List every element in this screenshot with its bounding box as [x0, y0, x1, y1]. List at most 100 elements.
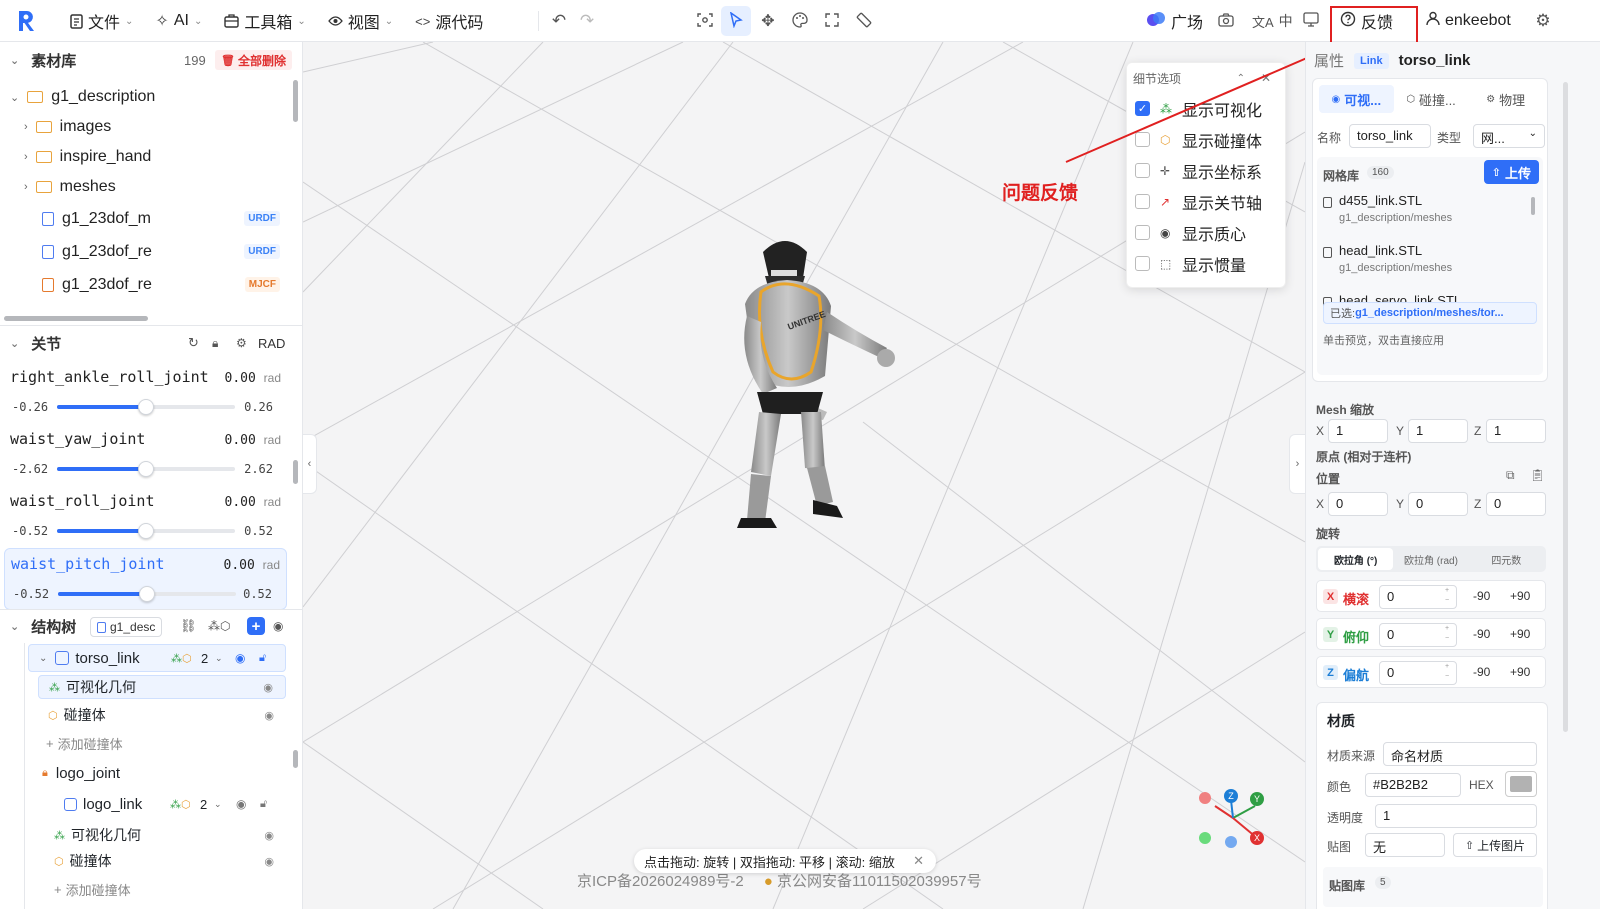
eye-icon[interactable]: ◉	[263, 681, 273, 694]
rotate-minus-90-button[interactable]: -90	[1473, 589, 1490, 603]
geometry-type-select[interactable]: 网... ⌄	[1473, 124, 1545, 148]
robot-model[interactable]: UNITREE	[723, 232, 943, 552]
tree-item-file[interactable]: g1_23dof_re MJCF	[0, 268, 292, 301]
detail-option-row[interactable]: ⬚ 显示惯量	[1127, 248, 1285, 279]
rotation-mode-quaternion[interactable]: 四元数	[1469, 548, 1544, 570]
asset-tree-vscrollbar[interactable]	[293, 80, 298, 122]
mesh-list-item[interactable]: d455_link.STL g1_description/meshes	[1323, 193, 1531, 224]
geometry-toggle-icon[interactable]: ⁂⬡	[208, 619, 230, 633]
joint-slider-track[interactable]	[57, 399, 235, 415]
stepper-icon[interactable]: + −	[1445, 662, 1449, 682]
upload-mesh-button[interactable]: ⇧ 上传	[1483, 160, 1539, 184]
stepper-icon[interactable]: + −	[1445, 624, 1449, 644]
asset-tree-hscrollbar[interactable]	[4, 316, 148, 321]
position-x-input[interactable]: 0	[1328, 492, 1388, 516]
tree-item-images[interactable]: › images	[0, 112, 292, 142]
structure-scrollbar[interactable]	[293, 750, 298, 768]
reset-icon[interactable]: ↻	[188, 335, 199, 351]
texture-select[interactable]: 无	[1365, 833, 1445, 857]
undo-button[interactable]: ↶	[544, 6, 574, 36]
collapse-left-panel-button[interactable]: ‹	[303, 434, 317, 494]
joint-value[interactable]: 0.00 rad	[225, 495, 281, 510]
mesh-list-scrollbar[interactable]	[1531, 197, 1535, 215]
color-swatch[interactable]	[1505, 771, 1537, 797]
language-button[interactable]: 文A 中	[1246, 6, 1299, 36]
joint-slider-track[interactable]	[57, 461, 235, 477]
menu-view[interactable]: 视图 ⌄	[322, 6, 399, 36]
axis-gizmo[interactable]: Y Z X	[1195, 788, 1275, 858]
measure-button[interactable]	[849, 6, 879, 36]
joint-slider-track[interactable]	[58, 586, 236, 602]
tree-item-meshes[interactable]: › meshes	[0, 172, 292, 202]
tree-node-collision[interactable]: ⬡ 碰撞体 ◉	[46, 849, 286, 873]
unit-mode-toggle[interactable]: RAD	[258, 336, 285, 351]
upload-image-button[interactable]: ⇧ 上传图片	[1453, 833, 1537, 857]
settings-button[interactable]: ⚙	[1528, 6, 1558, 36]
unlock-icon[interactable]: 🔓︎	[260, 798, 267, 811]
eye-icon[interactable]: ◉	[235, 651, 245, 665]
mesh-list-item[interactable]: head_link.STL g1_description/meshes	[1323, 243, 1531, 274]
unlock-icon[interactable]: 🔓︎	[259, 652, 266, 665]
properties-scrollbar[interactable]	[1563, 82, 1568, 732]
tree-item-file[interactable]: g1_23dof_re URDF	[0, 235, 292, 268]
checkbox[interactable]	[1135, 194, 1150, 209]
opacity-input[interactable]: 1	[1375, 804, 1537, 828]
select-tool-button[interactable]	[721, 6, 751, 36]
tree-item-g1-description[interactable]: ⌄ g1_description	[0, 82, 292, 112]
display-button[interactable]	[1296, 6, 1326, 36]
joint-row[interactable]: waist_pitch_joint 0.00 rad -0.52 0.52	[4, 548, 287, 610]
position-y-input[interactable]: 0	[1408, 492, 1468, 516]
joint-list-scrollbar[interactable]	[293, 460, 298, 484]
joint-row[interactable]: right_ankle_roll_joint 0.00 rad -0.26 0.26	[4, 362, 287, 424]
tree-node-visual[interactable]: ⁂ 可视化几何 ◉	[38, 675, 286, 699]
joint-value[interactable]: 0.00 rad	[225, 371, 281, 386]
hierarchy-icon[interactable]: ⛓	[180, 618, 197, 634]
eye-icon[interactable]: ◉	[264, 709, 274, 722]
redo-button[interactable]: ↷	[572, 6, 602, 36]
rotation-mode-euler-deg[interactable]: 欧拉角 (°)	[1318, 548, 1394, 570]
position-z-input[interactable]: 0	[1486, 492, 1546, 516]
app-logo[interactable]	[16, 9, 36, 33]
move-tool-button[interactable]: ✥	[753, 6, 783, 36]
fullscreen-button[interactable]	[817, 6, 847, 36]
joint-slider-handle[interactable]	[139, 586, 155, 602]
color-hex-input[interactable]: #B2B2B2	[1365, 773, 1461, 797]
police-badge[interactable]: ● 京公网安备11011502039957号	[764, 870, 982, 891]
eye-icon[interactable]: ◉	[273, 619, 283, 633]
root-file-chip[interactable]: g1_desc	[90, 617, 163, 637]
tree-node-logo-link[interactable]: logo_link ⁂⬡ 2 ⌄ ◉ 🔓︎	[56, 790, 286, 818]
stepper-icon[interactable]: + −	[1445, 586, 1449, 606]
joints-header[interactable]: ⌄ 关节 ↻ 🔒︎ ⚙ RAD	[0, 326, 300, 360]
add-collision-button[interactable]: + 添加碰撞体	[46, 731, 123, 755]
tab-collision[interactable]: ⬡ 碰撞...	[1394, 85, 1469, 113]
joint-value[interactable]: 0.00 rad	[225, 433, 281, 448]
tree-node-torso-link[interactable]: ⌄ torso_link ⁂⬡ 2 ⌄ ◉ 🔓︎	[28, 644, 286, 672]
camera-view-button[interactable]	[690, 6, 720, 36]
source-code-button[interactable]: <> 源代码	[409, 6, 489, 36]
joint-slider-handle[interactable]	[138, 461, 154, 477]
tab-visual[interactable]: ◉ 可视...	[1319, 85, 1394, 113]
joint-slider-handle[interactable]	[138, 399, 154, 415]
rotate-plus-90-button[interactable]: +90	[1510, 589, 1530, 603]
rotation-mode-euler-rad[interactable]: 欧拉角 (rad)	[1393, 548, 1468, 570]
joint-value[interactable]: 0.00 rad	[224, 558, 280, 573]
menu-file[interactable]: 文件 ⌄	[64, 6, 139, 36]
palette-button[interactable]	[785, 6, 815, 36]
scale-y-input[interactable]: 1	[1408, 419, 1468, 443]
detail-option-row[interactable]: ↗ 显示关节轴	[1127, 186, 1285, 217]
screenshot-button[interactable]	[1211, 6, 1241, 36]
tree-node-visual[interactable]: ⁂ 可视化几何 ◉	[46, 823, 286, 847]
user-menu[interactable]: enkeebot	[1420, 6, 1517, 36]
scale-z-input[interactable]: 1	[1486, 419, 1546, 443]
plaza-button[interactable]: 广场	[1140, 6, 1209, 36]
joint-slider-handle[interactable]	[138, 523, 154, 539]
add-collision-button[interactable]: + 添加碰撞体	[54, 877, 131, 901]
tree-item-file[interactable]: g1_23dof_m URDF	[0, 202, 292, 235]
menu-toolbox[interactable]: 工具箱 ⌄	[218, 6, 311, 36]
add-node-button[interactable]: +	[247, 617, 265, 635]
checkbox[interactable]	[1135, 225, 1150, 240]
eye-icon[interactable]: ◉	[236, 797, 246, 811]
rotate-minus-90-button[interactable]: -90	[1473, 665, 1490, 679]
structure-header[interactable]: ⌄ 结构树 g1_desc ⛓ ⁂⬡ + ◉	[0, 609, 300, 643]
lock-icon[interactable]: 🔒︎	[212, 336, 218, 351]
